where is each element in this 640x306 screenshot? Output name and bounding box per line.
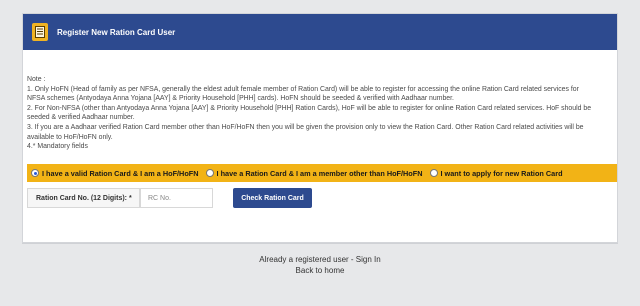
option-label: I have a Ration Card & I am a member oth…: [216, 168, 423, 178]
radio-button[interactable]: [205, 169, 214, 177]
card-header: Register New Ration Card User: [23, 14, 617, 50]
page-title: Register New Ration Card User: [57, 27, 176, 37]
notes-section: Note : 1. Only HoFN (Head of family as p…: [23, 50, 617, 152]
note-line: 4.* Mandatory fields: [27, 143, 88, 151]
note-line: 2. For Non-NFSA (other than Antyodaya An…: [27, 104, 592, 112]
ration-card-form: Ration Card No. (12 Digits): * Check Rat…: [27, 188, 312, 208]
option-apply-new[interactable]: I want to apply for new Ration Card: [429, 168, 563, 178]
user-type-options: I have a valid Ration Card & I am a HoF/…: [27, 164, 617, 182]
footer-links: Already a registered user - Sign In Back…: [0, 254, 640, 276]
radio-button-selected[interactable]: [31, 169, 39, 177]
note-line: 1. Only HoFN (Head of family as per NFSA…: [27, 85, 579, 93]
ration-card-label: Ration Card No. (12 Digits): *: [27, 188, 140, 208]
option-valid-hof[interactable]: I have a valid Ration Card & I am a HoF/…: [31, 169, 199, 178]
option-label: I have a valid Ration Card & I am a HoF/…: [42, 168, 199, 178]
notes-heading: Note :: [27, 76, 46, 83]
document-icon: [32, 23, 48, 41]
sign-in-link[interactable]: Already a registered user - Sign In: [259, 255, 380, 264]
note-line: available to HoF/HoFN only.: [27, 133, 113, 141]
option-member-other[interactable]: I have a Ration Card & I am a member oth…: [205, 168, 423, 178]
note-line: seeded & verified Aadhaar number.: [27, 114, 135, 122]
back-to-home-link[interactable]: Back to home: [296, 266, 345, 275]
divider: [22, 243, 618, 244]
option-label: I want to apply for new Ration Card: [440, 168, 563, 178]
note-line: 3. If you are a Aadhaar verified Ration …: [27, 123, 584, 131]
note-line: NFSA schemes (Antyodaya Anna Yojana [AAY…: [27, 95, 454, 103]
registration-card: Register New Ration Card User Note : 1. …: [22, 13, 618, 243]
radio-button[interactable]: [429, 169, 438, 177]
ration-card-input[interactable]: [140, 188, 213, 208]
check-ration-card-button[interactable]: Check Ration Card: [233, 188, 312, 208]
